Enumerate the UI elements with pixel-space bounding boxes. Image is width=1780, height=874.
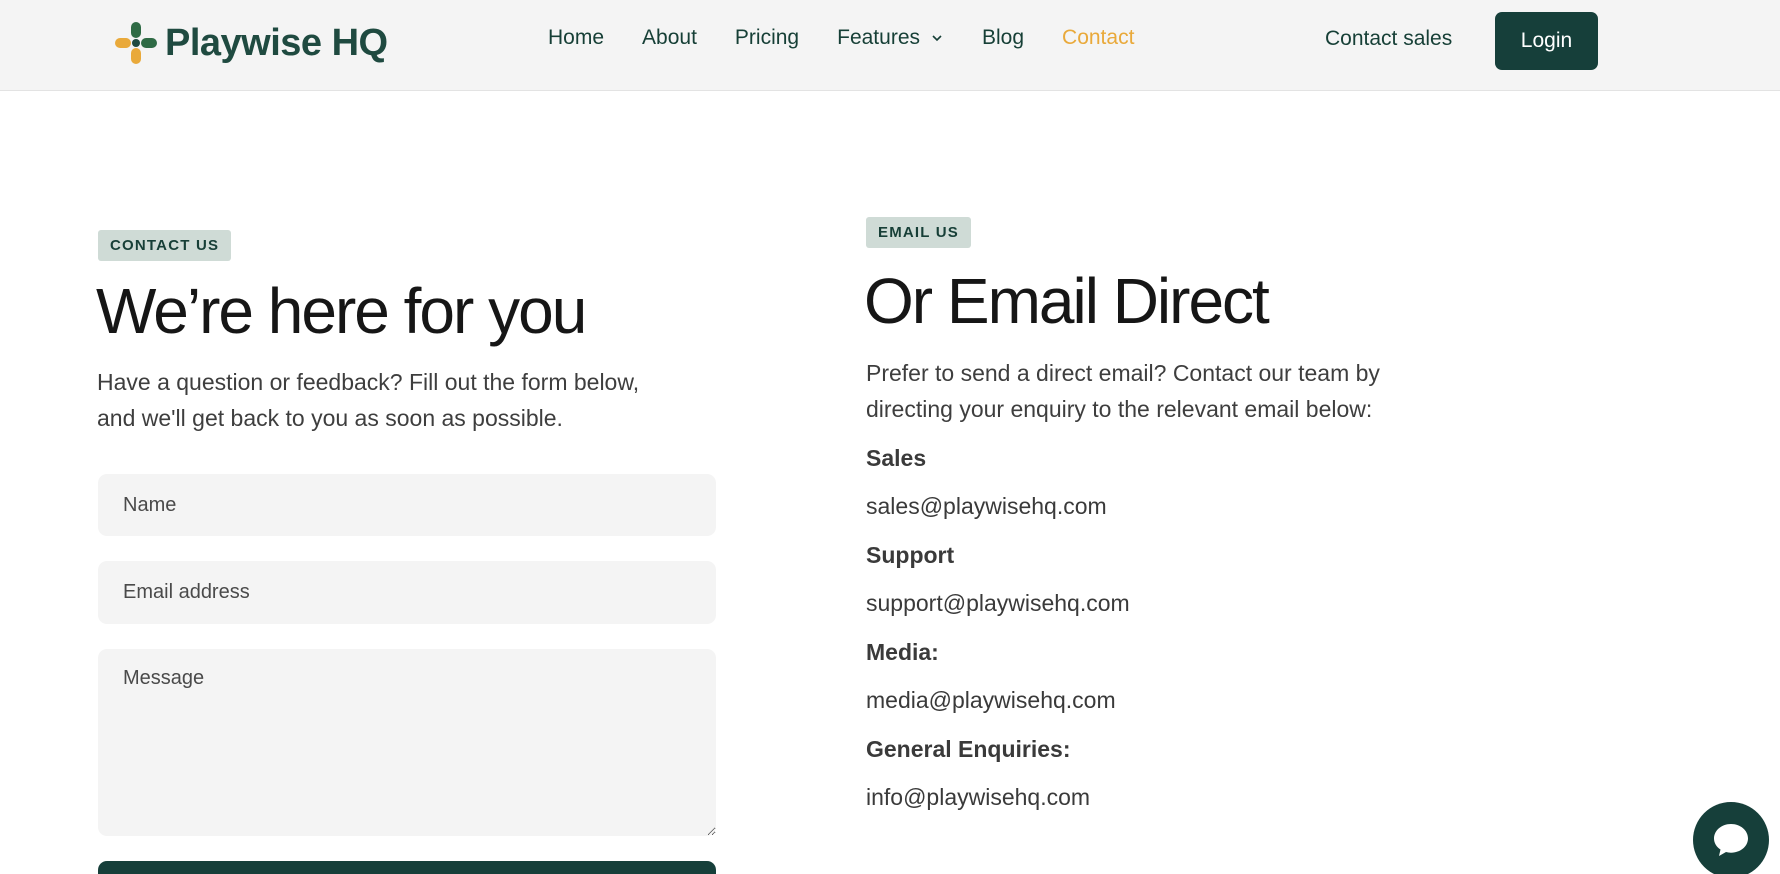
email-contact-list: Sales sales@playwisehq.com Support suppo… xyxy=(866,440,1130,828)
playwise-logo-icon xyxy=(113,20,159,66)
nav-item-home[interactable]: Home xyxy=(548,26,604,50)
contact-email-link[interactable]: support@playwisehq.com xyxy=(866,585,1130,634)
chat-widget-button[interactable] xyxy=(1693,802,1769,874)
main-nav: Home About Pricing Features Blog Contact xyxy=(548,26,1134,50)
email-field[interactable] xyxy=(98,561,716,624)
nav-item-about[interactable]: About xyxy=(642,26,697,50)
submit-button[interactable] xyxy=(98,861,716,874)
contact-sales-link[interactable]: Contact sales xyxy=(1325,27,1452,51)
nav-item-contact[interactable]: Contact xyxy=(1062,26,1134,50)
nav-item-pricing[interactable]: Pricing xyxy=(735,26,799,50)
message-field[interactable] xyxy=(98,649,716,836)
brand-logo[interactable]: Playwise HQ xyxy=(113,20,388,66)
email-us-badge: EMAIL US xyxy=(866,217,971,248)
contact-us-badge: CONTACT US xyxy=(98,230,232,261)
nav-item-features[interactable]: Features xyxy=(837,26,944,50)
contact-label: General Enquiries: xyxy=(866,736,1071,762)
login-button[interactable]: Login xyxy=(1495,12,1598,70)
contact-item-sales: Sales sales@playwisehq.com xyxy=(866,440,1130,537)
contact-item-general: General Enquiries: info@playwisehq.com xyxy=(866,731,1130,828)
page-title: We’re here for you xyxy=(96,275,587,347)
email-direct-title: Or Email Direct xyxy=(864,265,1270,337)
nav-item-blog[interactable]: Blog xyxy=(982,26,1024,50)
contact-email-link[interactable]: media@playwisehq.com xyxy=(866,682,1130,731)
contact-label: Media: xyxy=(866,639,939,665)
contact-item-support: Support support@playwisehq.com xyxy=(866,537,1130,634)
contact-label: Sales xyxy=(866,445,927,471)
chat-icon xyxy=(1714,824,1748,856)
chevron-down-icon xyxy=(932,35,942,42)
contact-email-link[interactable]: sales@playwisehq.com xyxy=(866,488,1130,537)
brand-name: Playwise HQ xyxy=(165,21,388,64)
nav-item-features-label: Features xyxy=(837,26,920,49)
site-header: Playwise HQ Home About Pricing Features … xyxy=(0,0,1780,91)
contact-email-link[interactable]: info@playwisehq.com xyxy=(866,779,1130,828)
contact-item-media: Media: media@playwisehq.com xyxy=(866,634,1130,731)
contact-label: Support xyxy=(866,542,955,568)
name-field[interactable] xyxy=(98,474,716,536)
email-direct-subtitle: Prefer to send a direct email? Contact o… xyxy=(866,360,1380,422)
page-subtitle: Have a question or feedback? Fill out th… xyxy=(97,369,640,431)
